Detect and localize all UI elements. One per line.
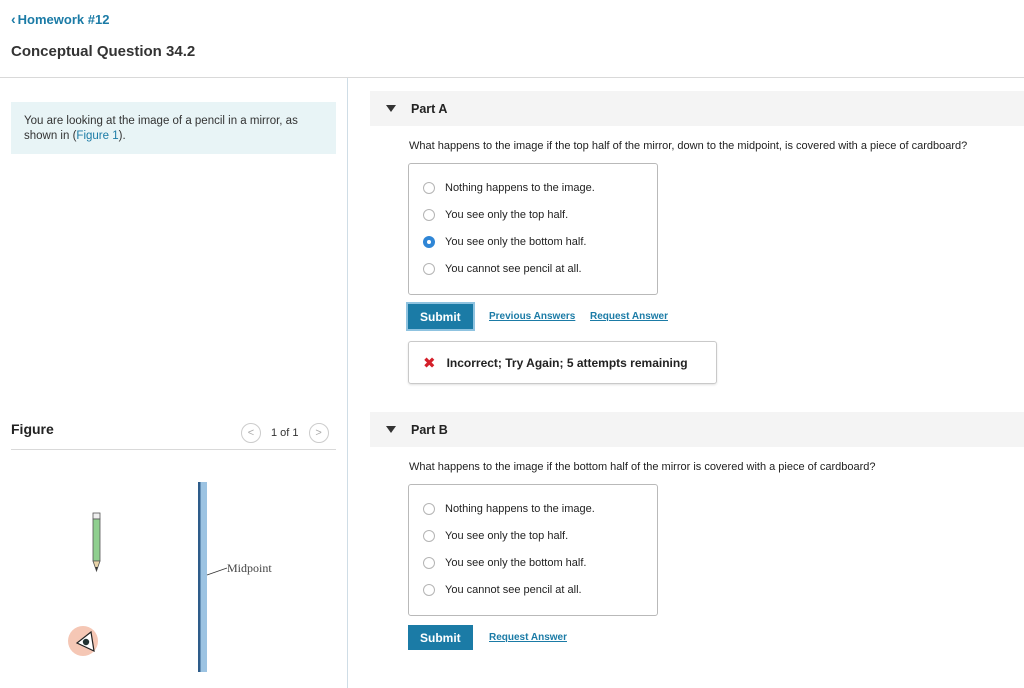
incorrect-x-icon: ✖ [423, 354, 436, 372]
pencil-mirror-figure: Midpoint [68, 482, 272, 672]
part-a-submit-button[interactable]: Submit [406, 302, 475, 331]
header-divider [0, 77, 1024, 78]
part-b-choice-4[interactable]: You cannot see pencil at all. [409, 576, 657, 603]
radio-button[interactable] [423, 556, 435, 569]
choice-label: You see only the top half. [445, 208, 569, 221]
choice-label: You see only the top half. [445, 529, 569, 542]
part-b-choice-1[interactable]: Nothing happens to the image. [409, 495, 657, 522]
radio-button[interactable] [423, 502, 435, 515]
radio-button[interactable] [423, 583, 435, 596]
radio-button[interactable] [423, 529, 435, 542]
part-a-question: What happens to the image if the top hal… [409, 140, 968, 152]
part-b-choice-3[interactable]: You see only the bottom half. [409, 549, 657, 576]
radio-button[interactable] [423, 208, 435, 221]
part-a-request-answer-link[interactable]: Request Answer [590, 311, 668, 322]
part-a-choice-4[interactable]: You cannot see pencil at all. [409, 255, 657, 282]
choice-label: You see only the bottom half. [445, 556, 587, 569]
part-a-choice-1[interactable]: Nothing happens to the image. [409, 174, 657, 201]
part-b-request-answer-link[interactable]: Request Answer [489, 632, 567, 643]
figure-divider [11, 449, 336, 450]
page-title: Conceptual Question 34.2 [11, 43, 196, 60]
radio-button[interactable] [423, 262, 435, 275]
radio-button[interactable] [423, 181, 435, 194]
choice-label: Nothing happens to the image. [445, 181, 595, 194]
radio-button-selected[interactable] [423, 235, 435, 248]
previous-answers-link[interactable]: Previous Answers [489, 311, 575, 322]
midpoint-label: Midpoint [227, 561, 272, 575]
intro-text-end: ). [118, 130, 126, 142]
part-a-header[interactable]: Part A [370, 91, 1024, 126]
part-b-choices: Nothing happens to the image. You see on… [408, 484, 658, 616]
figure-counter: 1 of 1 [271, 427, 299, 439]
choice-label: Nothing happens to the image. [445, 502, 595, 515]
part-b-submit-button[interactable]: Submit [408, 625, 473, 650]
part-b-question: What happens to the image if the bottom … [409, 461, 876, 473]
part-a-choice-3[interactable]: You see only the bottom half. [409, 228, 657, 255]
pencil-icon [92, 512, 101, 573]
eye-icon [68, 626, 98, 656]
next-figure-button[interactable]: > [308, 423, 329, 443]
part-b-choice-2[interactable]: You see only the top half. [409, 522, 657, 549]
column-divider [347, 78, 348, 688]
intro-box: You are looking at the image of a pencil… [11, 102, 336, 154]
back-to-homework-link[interactable]: ‹ Homework #12 [11, 11, 109, 27]
part-a-choices: Nothing happens to the image. You see on… [408, 163, 658, 295]
chevron-right-icon: > [315, 427, 322, 439]
part-a-choice-2[interactable]: You see only the top half. [409, 201, 657, 228]
midpoint-leader-line [206, 567, 228, 576]
part-b-header[interactable]: Part B [370, 412, 1024, 447]
intro-text: You are looking at the image of a pencil… [24, 115, 298, 142]
choice-label: You see only the bottom half. [445, 235, 587, 248]
back-link-label: Homework #12 [17, 11, 110, 27]
part-a-title: Part A [411, 101, 448, 116]
collapse-triangle-icon[interactable] [386, 105, 396, 112]
part-a-feedback: ✖ Incorrect; Try Again; 5 attempts remai… [408, 341, 717, 384]
figure-heading: Figure [11, 421, 54, 437]
choice-label: You cannot see pencil at all. [445, 262, 582, 275]
chevron-left-icon: < [247, 427, 255, 439]
choice-label: You cannot see pencil at all. [445, 583, 582, 596]
figure-pager: < 1 of 1 > [241, 423, 329, 443]
figure-link[interactable]: Figure 1 [76, 130, 118, 142]
chevron-left-icon: ‹ [11, 11, 16, 27]
prev-figure-button[interactable]: < [241, 423, 261, 443]
mirror-icon [198, 482, 207, 672]
feedback-text: Incorrect; Try Again; 5 attempts remaini… [446, 355, 688, 370]
part-b-title: Part B [411, 422, 448, 437]
collapse-triangle-icon[interactable] [386, 426, 396, 433]
